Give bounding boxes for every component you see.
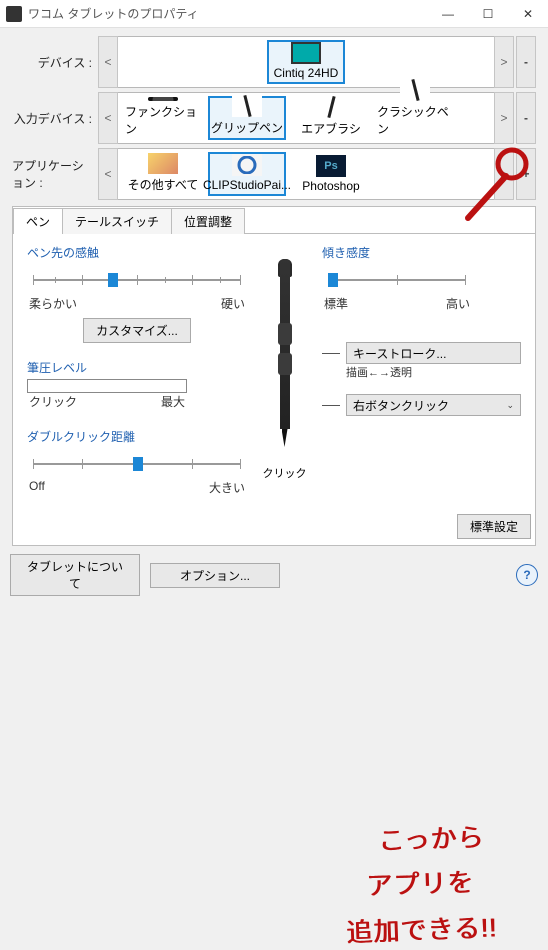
app-card-csp[interactable]: CLIPStudioPai... — [208, 152, 286, 196]
help-button[interactable]: ? — [516, 564, 538, 586]
app-card-label: CLIPStudioPai... — [203, 178, 291, 192]
device-remove-button[interactable]: - — [516, 36, 536, 88]
input-next-button[interactable]: > — [494, 92, 514, 144]
pen-tip-label: クリック — [263, 465, 307, 481]
upper-button-value: キーストローク... — [353, 345, 446, 362]
tab-container: ペン テールスイッチ 位置調整 ペン先の感触 柔らかい硬い カスタマイズ... … — [12, 206, 536, 546]
pressure-bar — [27, 379, 187, 393]
device-card-label: Cintiq 24HD — [274, 66, 339, 80]
tipfeel-slider[interactable] — [27, 265, 247, 295]
tab-position[interactable]: 位置調整 — [171, 208, 245, 234]
input-strip: ファンクション グリップペン エアブラシ クラシックペン — [118, 92, 494, 144]
app-card-label: Photoshop — [302, 179, 359, 193]
lower-button-select[interactable]: 右ボタンクリック ⌄ — [346, 394, 521, 416]
tipfeel-right: 硬い — [221, 295, 245, 312]
monitor-icon — [291, 42, 321, 64]
classicpen-icon — [400, 79, 430, 101]
chevron-down-icon: ⌄ — [506, 400, 514, 411]
device-strip: Cintiq 24HD — [118, 36, 494, 88]
tab-tailswitch[interactable]: テールスイッチ — [62, 208, 172, 234]
pen-upper-button-graphic — [278, 323, 292, 345]
default-settings-button[interactable]: 標準設定 — [457, 514, 531, 539]
close-button[interactable]: ✕ — [508, 0, 548, 28]
lower-button-value: 右ボタンクリック — [353, 397, 449, 414]
app-icon — [6, 6, 22, 22]
options-button[interactable]: オプション... — [150, 563, 280, 588]
tilt-left: 標準 — [324, 295, 348, 312]
dblclick-right: 大きい — [209, 479, 245, 496]
input-card-grippen[interactable]: グリップペン — [208, 96, 286, 140]
input-card-classicpen[interactable]: クラシックペン — [376, 96, 454, 140]
tilt-title: 傾き感度 — [322, 244, 521, 261]
dblclick-title: ダブルクリック距離 — [27, 428, 247, 445]
tilt-slider[interactable] — [322, 265, 472, 295]
pressure-right: 最大 — [161, 393, 185, 410]
allother-icon — [148, 153, 178, 174]
input-card-functions[interactable]: ファンクション — [124, 96, 202, 140]
minimize-button[interactable]: — — [428, 0, 468, 28]
input-label: 入力デバイス : — [12, 92, 98, 144]
input-prev-button[interactable]: < — [98, 92, 118, 144]
airbrush-icon — [316, 96, 346, 118]
app-label: アプリケーション : — [12, 148, 98, 200]
clipstudio-icon — [232, 154, 262, 176]
tilt-right: 高い — [446, 295, 470, 312]
titlebar: ワコム タブレットのプロパティ — ☐ ✕ — [0, 0, 548, 28]
app-strip: その他すべて CLIPStudioPai... Ps Photoshop — [118, 148, 494, 200]
pressure-title: 筆圧レベル — [27, 359, 247, 376]
maximize-button[interactable]: ☐ — [468, 0, 508, 28]
tipfeel-title: ペン先の感触 — [27, 244, 247, 261]
grippen-icon — [232, 95, 262, 117]
upper-button-sub: 描画←→透明 — [322, 364, 521, 380]
tabs-bar: ペン テールスイッチ 位置調整 — [13, 207, 535, 234]
device-row: デバイス : < Cintiq 24HD > - — [12, 36, 536, 88]
app-prev-button[interactable]: < — [98, 148, 118, 200]
app-card-label: その他すべて — [128, 176, 199, 193]
device-next-button[interactable]: > — [494, 36, 514, 88]
input-card-label: ファンクション — [125, 103, 201, 137]
functions-icon — [148, 97, 178, 101]
dblclick-left: Off — [29, 479, 45, 496]
app-card-allother[interactable]: その他すべて — [124, 152, 202, 196]
app-card-photoshop[interactable]: Ps Photoshop — [292, 152, 370, 196]
device-prev-button[interactable]: < — [98, 36, 118, 88]
input-card-label: エアブラシ — [301, 120, 361, 137]
dblclick-slider[interactable] — [27, 449, 247, 479]
tab-pen[interactable]: ペン — [13, 208, 63, 234]
photoshop-icon: Ps — [316, 155, 346, 177]
input-row: 入力デバイス : < ファンクション グリップペン エアブラシ クラシックペン … — [12, 92, 536, 144]
input-remove-button[interactable]: - — [516, 92, 536, 144]
input-card-label: クラシックペン — [377, 103, 453, 137]
device-card-cintiq[interactable]: Cintiq 24HD — [267, 40, 345, 84]
tipfeel-left: 柔らかい — [29, 295, 77, 312]
pen-lower-button-graphic — [278, 353, 292, 375]
pressure-left: クリック — [29, 393, 77, 410]
app-add-button[interactable]: + — [516, 148, 536, 200]
about-tablet-button[interactable]: タブレットについて — [10, 554, 140, 596]
footer: タブレットについて オプション... ? — [0, 550, 548, 604]
device-label: デバイス : — [12, 36, 98, 88]
app-row: アプリケーション : < その他すべて CLIPStudioPai... PsP… — [12, 148, 536, 200]
app-next-button[interactable]: > — [494, 148, 514, 200]
pen-illustration — [272, 259, 298, 459]
input-card-label: グリップペン — [211, 119, 283, 136]
input-card-airbrush[interactable]: エアブラシ — [292, 96, 370, 140]
customize-button[interactable]: カスタマイズ... — [83, 318, 191, 343]
upper-button-select[interactable]: キーストローク... — [346, 342, 521, 364]
window-title: ワコム タブレットのプロパティ — [28, 5, 428, 22]
